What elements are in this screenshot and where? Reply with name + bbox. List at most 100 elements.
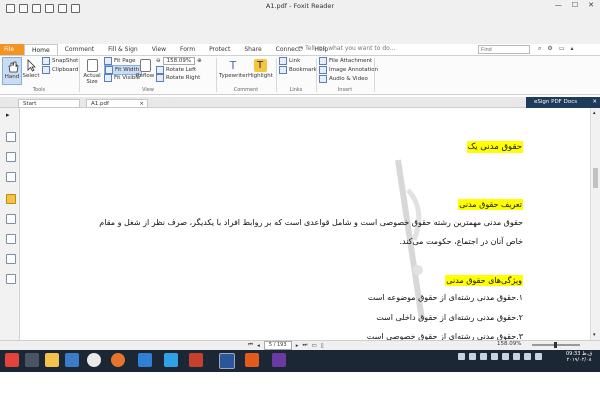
clipboard-button[interactable]: Clipboard	[42, 66, 78, 74]
rotate-left-label: Rotate Left	[166, 67, 197, 73]
tab-fill-sign[interactable]: Fill & Sign	[101, 44, 145, 55]
next-page-icon[interactable]: ▸	[296, 343, 299, 349]
reflow-label: Reflow	[136, 73, 155, 79]
tab-comment[interactable]: Comment	[58, 44, 101, 55]
document-heading: حقوق مدنی یک	[466, 141, 523, 153]
actual-size-button[interactable]: Actual Size	[82, 57, 102, 85]
volume-icon[interactable]	[513, 353, 520, 360]
scroll-down-icon[interactable]: ▾	[593, 332, 596, 338]
signature-icon[interactable]	[6, 274, 16, 284]
tray-app-icon[interactable]	[491, 353, 498, 360]
zoom-value[interactable]: 158.09%	[162, 57, 196, 65]
close-icon[interactable]: ✕	[588, 1, 594, 9]
network-icon[interactable]	[502, 353, 509, 360]
zoom-slider-handle[interactable]	[554, 342, 557, 348]
internet-explorer-icon[interactable]	[138, 353, 152, 367]
collapse-ribbon-icon[interactable]: ▴	[570, 45, 573, 53]
tab-row-icons: ⌕ ⚙ ▭ ▴	[538, 45, 573, 53]
settings-icon[interactable]: ⚙	[547, 45, 552, 53]
bookmark-button[interactable]: Bookmark	[279, 66, 317, 74]
close-icon[interactable]: ✕	[592, 97, 597, 108]
foxit-reader-icon[interactable]	[245, 353, 259, 367]
tools-group-label: Tools	[32, 87, 46, 93]
expand-panel-icon[interactable]: ▸	[6, 111, 14, 119]
minimize-icon[interactable]: —	[555, 1, 562, 9]
file-explorer-icon[interactable]	[45, 353, 59, 367]
highlight-button[interactable]: T Highlight	[248, 57, 273, 79]
search-icon[interactable]: ⌕	[538, 45, 541, 53]
tab-view[interactable]: View	[145, 44, 173, 55]
scroll-up-icon[interactable]: ▴	[593, 110, 596, 116]
attachments-icon[interactable]	[6, 214, 16, 224]
restore-icon[interactable]: ▭	[559, 45, 565, 53]
link-button[interactable]: Link	[279, 57, 300, 65]
continuous-view-icon[interactable]: ▯	[321, 343, 324, 349]
language-icon[interactable]	[524, 353, 531, 360]
image-annotation-button[interactable]: Image Annotation	[319, 66, 378, 74]
tab-form[interactable]: Form	[173, 44, 202, 55]
last-page-icon[interactable]: ⏭	[302, 342, 307, 349]
tray-app-icon[interactable]	[469, 353, 476, 360]
tab-home[interactable]: Home	[24, 43, 58, 56]
lock-icon[interactable]	[6, 254, 16, 264]
comments-icon[interactable]	[6, 172, 16, 182]
hand-button[interactable]: Hand	[2, 57, 22, 85]
tell-me-box[interactable]: ◔ Tell me what you want to do...	[298, 45, 395, 52]
chrome-icon[interactable]	[87, 353, 101, 367]
edge-icon[interactable]	[164, 353, 178, 367]
tray-app-icon[interactable]	[480, 353, 487, 360]
start-button-icon[interactable]	[5, 353, 19, 367]
document-tab[interactable]: A1.pdf ×	[86, 99, 148, 108]
paragraph-line: خاص آنان در اجتماع، حکومت می‌کند.	[399, 237, 523, 246]
view-mode-icon[interactable]: ▭	[311, 343, 316, 349]
fit-visible-button[interactable]: Fit Visible	[104, 74, 140, 82]
highlight-icon: T	[253, 59, 267, 72]
maximize-icon[interactable]: ☐	[572, 1, 578, 9]
typewriter-label: Typewriter	[219, 73, 248, 79]
rotate-right-button[interactable]: Rotate Right	[156, 74, 200, 82]
below-screen-area	[0, 372, 600, 400]
taskbar-app-icon[interactable]	[25, 353, 39, 367]
paperclip-icon	[319, 57, 327, 65]
first-page-icon[interactable]: ⏮	[248, 342, 253, 349]
actual-size-label: Actual Size	[83, 73, 101, 85]
zoom-out-icon[interactable]: ⊖	[156, 58, 161, 64]
fit-page-button[interactable]: Fit Page	[104, 57, 136, 65]
find-input[interactable]	[478, 45, 530, 54]
snapshot-button[interactable]: SnapShot	[42, 57, 78, 65]
tab-protect[interactable]: Protect	[202, 44, 237, 55]
rotate-right-label: Rotate Right	[166, 75, 201, 81]
previous-page-icon[interactable]: ◂	[257, 343, 260, 349]
word-icon[interactable]	[219, 353, 235, 369]
security-icon[interactable]	[6, 234, 16, 244]
rotate-left-button[interactable]: Rotate Left	[156, 66, 196, 74]
close-tab-icon[interactable]: ×	[139, 100, 144, 108]
visual-studio-icon[interactable]	[272, 353, 286, 367]
audio-video-button[interactable]: Audio & Video	[319, 75, 368, 83]
typewriter-button[interactable]: T Typewriter	[219, 57, 248, 79]
firefox-icon[interactable]	[111, 353, 125, 367]
tray-app-icon[interactable]	[458, 353, 465, 360]
esign-banner[interactable]: eSign PDF Docs ✕	[526, 97, 600, 108]
file-attachment-button[interactable]: File Attachment	[319, 57, 372, 65]
pages-icon[interactable]	[6, 152, 16, 162]
taskbar-clock[interactable]: 09:33 ق.ظ ۲۰۱۹/۰۲/۰۸	[566, 351, 592, 363]
page-number-input[interactable]: 5 / 193	[263, 341, 292, 350]
taskbar-app-icon[interactable]	[65, 353, 79, 367]
select-button[interactable]: Select	[22, 57, 40, 79]
zoom-select[interactable]: ⊖ 158.09% ⊕	[156, 57, 202, 65]
bookmarks-icon[interactable]	[6, 132, 16, 142]
notifications-icon[interactable]	[535, 353, 542, 360]
window-controls: — ☐ ✕	[555, 1, 594, 9]
heading-definition: تعریف حقوق مدنی	[458, 199, 523, 210]
reflow-button[interactable]: Reflow	[136, 57, 154, 79]
vertical-scrollbar[interactable]: ▴ ▾	[590, 108, 600, 340]
scroll-thumb[interactable]	[593, 168, 598, 188]
tab-file[interactable]: File	[0, 44, 24, 55]
layers-icon[interactable]	[6, 194, 16, 204]
zoom-in-icon[interactable]: ⊕	[197, 58, 202, 64]
taskbar-app-icon[interactable]	[189, 353, 203, 367]
start-tab[interactable]: Start	[18, 99, 80, 108]
tab-share[interactable]: Share	[237, 44, 268, 55]
reflow-icon	[139, 59, 151, 72]
